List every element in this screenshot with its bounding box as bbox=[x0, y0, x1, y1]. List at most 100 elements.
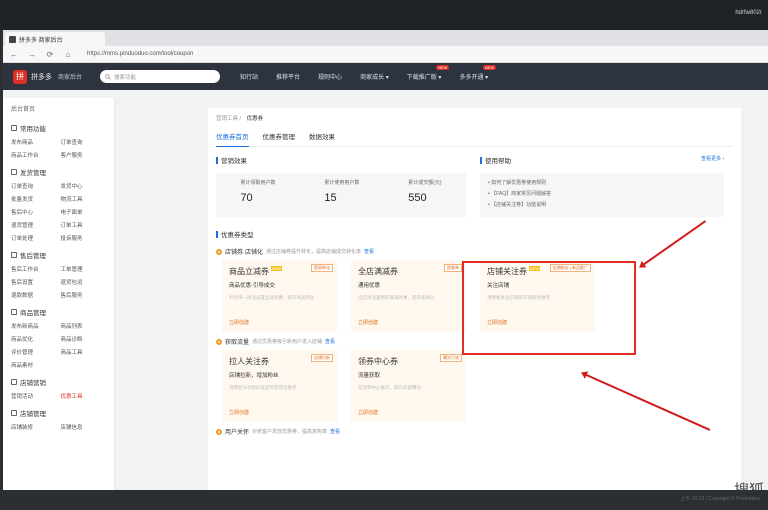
sidebar-link[interactable]: 售后工作台 bbox=[11, 265, 57, 273]
sidebar-link[interactable]: 电子面单 bbox=[61, 208, 107, 216]
create-coupon-button[interactable]: 立即创建 bbox=[358, 319, 378, 326]
sidebar-link[interactable]: 售后中心 bbox=[11, 208, 57, 216]
sidebar-link[interactable]: 营销活动 bbox=[11, 392, 57, 400]
brand-logo[interactable]: 拼 bbox=[13, 69, 27, 84]
back-icon[interactable]: ← bbox=[9, 49, 19, 59]
tab-coupon-manage[interactable]: 优惠券管理 bbox=[263, 131, 296, 141]
coupon-card[interactable]: 店铺拉新 拉人关注券 店铺拉新，增加粉丝 消费者分享给好友后可获得优惠券 立即创建 bbox=[222, 350, 337, 422]
new-badge: NEW bbox=[271, 266, 283, 271]
sidebar-section-title[interactable]: 店铺管理 bbox=[11, 408, 106, 418]
sidebar-section-title[interactable]: 店铺营销 bbox=[11, 377, 106, 387]
stats-box: 累计领取用户数 70 累计使用用户数 15 累计成交额(元) 550 bbox=[216, 173, 466, 217]
sidebar-link[interactable]: 物流工具 bbox=[61, 195, 107, 203]
breadcrumb-root[interactable]: 营销工具 bbox=[216, 116, 238, 122]
create-coupon-button[interactable]: 立即创建 bbox=[229, 319, 249, 326]
group-name: 获取流量 bbox=[225, 340, 250, 346]
forward-icon[interactable]: → bbox=[27, 49, 37, 59]
sidebar-link[interactable]: 退货包运 bbox=[61, 278, 107, 286]
sidebar-link[interactable]: 订单工具 bbox=[61, 221, 107, 229]
sidebar-home-link[interactable]: 后台首页 bbox=[11, 104, 106, 113]
stat-item: 累计成交额(元) 550 bbox=[408, 179, 441, 217]
topnav-item-rules[interactable]: 规则中心 bbox=[318, 72, 342, 81]
annotation-highlight-box bbox=[462, 261, 636, 355]
sidebar-link[interactable]: 商品工具 bbox=[61, 348, 107, 356]
help-more-link[interactable]: 查看更多 › bbox=[701, 155, 724, 162]
coupon-card[interactable]: 提高转化 商品立减券 NEW 商品优惠·引导成交 针对单一商品设置立减优惠，提升商品转化… bbox=[222, 260, 337, 332]
coupon-desc: 在领券中心展示，提升店铺曝光 bbox=[358, 385, 421, 390]
tab-coupon-home[interactable]: 优惠券首页 bbox=[216, 131, 249, 147]
help-link[interactable]: • 如何了解优惠券使用规则 bbox=[488, 179, 716, 186]
sidebar-section: 商品管理发布新商品 商品列表 商品优化 商品诊断 评价管理 商品工具 商品素材 bbox=[11, 307, 106, 369]
group-link[interactable]: 查看 bbox=[330, 428, 340, 435]
sidebar-link[interactable]: 投诉服务 bbox=[61, 234, 107, 242]
sidebar-link[interactable]: 优惠工具 bbox=[61, 392, 107, 400]
sidebar-link[interactable]: 店铺装修 bbox=[11, 423, 57, 431]
help-link[interactable]: • 【店铺关注券】功能说明 bbox=[488, 201, 716, 208]
browser-tab[interactable]: 拼多多 商家后台 bbox=[5, 32, 105, 46]
coupon-tag: 曝光引流 bbox=[440, 354, 462, 362]
sidebar-link[interactable]: 退款数据 bbox=[11, 291, 57, 299]
group-link[interactable]: 查看 bbox=[364, 248, 374, 255]
sidebar-link[interactable]: 发布商品 bbox=[11, 138, 57, 146]
home-icon[interactable]: ⌂ bbox=[63, 49, 73, 59]
sidebar-link[interactable]: 售后服务 bbox=[61, 291, 107, 299]
group-name: 店铺券·店铺化 bbox=[225, 250, 263, 256]
url-field[interactable]: https://mms.pinduoduo.com/tool/coupon bbox=[87, 51, 193, 57]
sidebar-link[interactable]: 批量发货 bbox=[11, 195, 57, 203]
coupon-tag: 店铺拉新 bbox=[311, 354, 333, 362]
types-title: 优惠券类型 bbox=[221, 232, 254, 239]
sidebar-link[interactable]: 订单处理 bbox=[11, 234, 57, 242]
create-coupon-button[interactable]: 立即创建 bbox=[229, 409, 249, 416]
sidebar-link[interactable]: 商品优化 bbox=[11, 335, 57, 343]
tab-data-effect[interactable]: 数据效果 bbox=[309, 131, 335, 141]
section-icon bbox=[11, 125, 17, 131]
group-link[interactable]: 查看 bbox=[325, 338, 335, 345]
sidebar-link[interactable]: 售后设置 bbox=[11, 278, 57, 286]
reload-icon[interactable]: ⟳ bbox=[45, 49, 55, 59]
sidebar-link[interactable]: 发货中心 bbox=[61, 182, 107, 190]
topnav-item-growth[interactable]: 商家成长 ▾ bbox=[360, 72, 389, 81]
left-sidebar: 后台首页 常用功能 发布商品 订单查询 商品工作台 客户服务 发货管理 订单查询 发货中心 批量… bbox=[3, 98, 115, 490]
topnav-item-more[interactable]: 多多开通 ▾ NEW bbox=[459, 65, 497, 81]
coupon-tabs: 优惠券首页 优惠券管理 数据效果 bbox=[216, 131, 733, 147]
section-icon bbox=[11, 252, 17, 258]
new-badge: NEW bbox=[436, 65, 450, 70]
search-placeholder: 搜索功能 bbox=[114, 74, 137, 81]
coupon-card[interactable]: 曝光引流 领券中心券 流量获取 在领券中心展示，提升店铺曝光 立即创建 bbox=[351, 350, 466, 422]
stat-item: 累计使用用户数 15 bbox=[324, 179, 359, 217]
stat-value: 15 bbox=[324, 192, 337, 204]
sidebar-link[interactable]: 订单查询 bbox=[11, 182, 57, 190]
brand-subtitle: 商家后台 bbox=[58, 75, 83, 81]
search-input[interactable]: 搜索功能 bbox=[100, 70, 221, 83]
sidebar-section-title[interactable]: 商品管理 bbox=[11, 307, 106, 317]
create-coupon-button[interactable]: 立即创建 bbox=[358, 409, 378, 416]
group-desc: 通过优惠券吸引新用户进入店铺 bbox=[252, 339, 323, 345]
sidebar-section: 售后管理售后工作台 工单管理 售后设置 退货包运 退款数据 售后服务 bbox=[11, 250, 106, 299]
sidebar-link[interactable]: 商品素材 bbox=[11, 361, 57, 369]
sidebar-link[interactable]: 工单管理 bbox=[61, 265, 107, 273]
sidebar-section-title[interactable]: 常用功能 bbox=[11, 123, 106, 133]
sidebar-link[interactable]: 商品列表 bbox=[61, 322, 107, 330]
sidebar-link[interactable]: 店铺信息 bbox=[61, 423, 107, 431]
sidebar-link[interactable]: 订单查询 bbox=[61, 138, 107, 146]
help-link[interactable]: • 【FAQ】商家常见问题解答 bbox=[488, 190, 716, 197]
group-name: 用户关怀 bbox=[225, 430, 250, 436]
sidebar-link[interactable]: 评价管理 bbox=[11, 348, 57, 356]
topnav-item-download[interactable]: 下载推广版 ▾ NEW bbox=[407, 65, 450, 81]
sidebar-link[interactable]: 商品诊断 bbox=[61, 335, 107, 343]
sidebar-link[interactable]: 退货管理 bbox=[11, 221, 57, 229]
sidebar-section-title[interactable]: 发货管理 bbox=[11, 167, 106, 177]
top-nav: 知行站 推荐平台 规则中心 商家成长 ▾ 下载推广版 ▾ NEW 多多开通 ▾ NE… bbox=[240, 65, 497, 81]
stat-label: 累计领取用户数 bbox=[240, 180, 276, 186]
topnav-item-zhixing[interactable]: 知行站 bbox=[240, 72, 258, 81]
coupon-card[interactable]: 提客单 全店满减券 通用优惠 全店商品通用的满减优惠，提升客单价 立即创建 bbox=[351, 260, 466, 332]
section-icon bbox=[11, 410, 17, 416]
sidebar-link[interactable]: 客户服务 bbox=[61, 151, 107, 159]
overview-title: 营销效果 bbox=[221, 158, 247, 165]
sidebar-link[interactable]: 发布新商品 bbox=[11, 322, 57, 330]
section-icon bbox=[11, 309, 17, 315]
sidebar-section-title[interactable]: 售后管理 bbox=[11, 250, 106, 260]
sidebar-link[interactable]: 商品工作台 bbox=[11, 151, 57, 159]
group-dot-icon bbox=[216, 248, 222, 255]
topnav-item-platform[interactable]: 推荐平台 bbox=[276, 72, 300, 81]
